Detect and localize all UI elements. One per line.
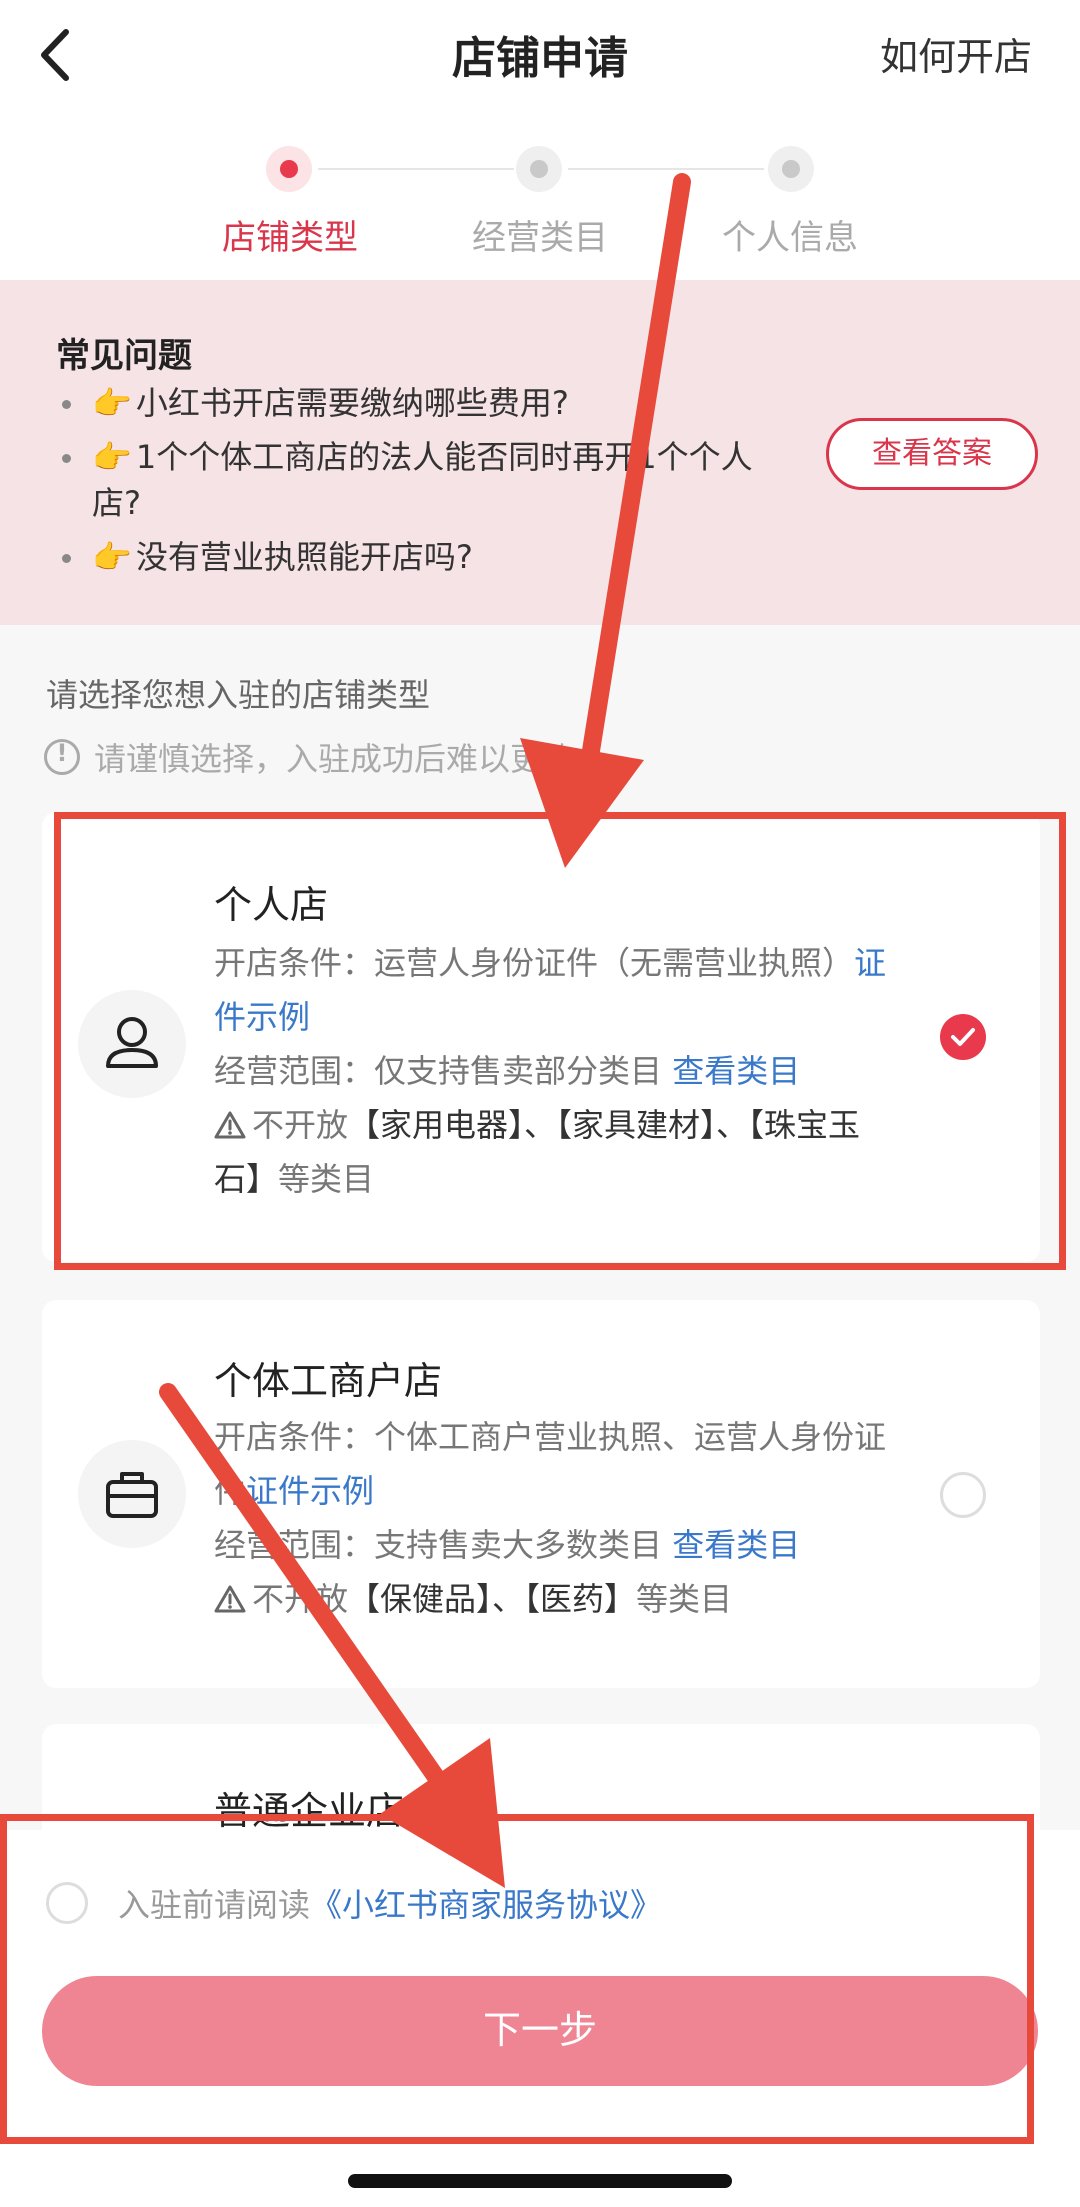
step-label-personal-info: 个人信息 bbox=[722, 218, 858, 258]
warning-triangle-icon bbox=[214, 1585, 246, 1613]
step-3-dot bbox=[768, 146, 814, 192]
faq-title: 常见问题 bbox=[56, 336, 192, 376]
annotation-box-personal-shop bbox=[54, 812, 1066, 1270]
annotation-box-bottom-actions bbox=[0, 1814, 1034, 2144]
progress-stepper: 店铺类型 经营类目 个人信息 bbox=[0, 110, 1080, 280]
faq-item[interactable]: 👉 小红书开店需要缴纳哪些费用? bbox=[60, 380, 780, 426]
pointing-hand-icon: 👉 bbox=[92, 384, 132, 422]
shop-icon-wrap bbox=[78, 1440, 186, 1548]
step-connector bbox=[318, 168, 514, 170]
step-label-shop-type: 店铺类型 bbox=[222, 218, 358, 258]
briefcase-icon bbox=[106, 1472, 158, 1518]
shop-condition: 开店条件：个体工商户营业执照、运营人身份证件证件示例 bbox=[214, 1418, 887, 1510]
step-1-dot bbox=[266, 146, 312, 192]
certificate-example-link[interactable]: 证件示例 bbox=[246, 1472, 374, 1510]
info-icon bbox=[44, 739, 80, 775]
shop-radio-unselected[interactable] bbox=[940, 1472, 986, 1518]
shop-scope: 经营范围：支持售卖大多数类目 查看类目 bbox=[214, 1526, 801, 1564]
view-category-link[interactable]: 查看类目 bbox=[672, 1526, 800, 1564]
faq-section: 常见问题 👉 小红书开店需要缴纳哪些费用? 👉 1个个体工商店的法人能否同时再开1个… bbox=[0, 280, 1080, 625]
shop-name: 个体工商户店 bbox=[214, 1359, 443, 1403]
faq-item[interactable]: 👉 没有营业执照能开店吗? bbox=[60, 534, 780, 580]
selection-warning: 请谨慎选择，入驻成功后难以更改 bbox=[44, 734, 574, 780]
faq-list: 👉 小红书开店需要缴纳哪些费用? 👉 1个个体工商店的法人能否同时再开1个个人店? … bbox=[60, 380, 780, 588]
faq-item[interactable]: 👉 1个个体工商店的法人能否同时再开1个个人店? bbox=[60, 434, 780, 526]
shop-restriction: 不开放【保健品】、【医药】等类目 bbox=[214, 1572, 904, 1626]
step-label-category: 经营类目 bbox=[472, 218, 608, 258]
step-2-dot bbox=[516, 146, 562, 192]
home-indicator bbox=[348, 2174, 732, 2188]
shop-type-prompt: 请选择您想入驻的店铺类型 bbox=[46, 676, 431, 714]
shop-card-individual-business[interactable]: 个体工商户店 开店条件：个体工商户营业执照、运营人身份证件证件示例 经营范围：支… bbox=[42, 1300, 1040, 1688]
step-connector bbox=[568, 168, 764, 170]
pointing-hand-icon: 👉 bbox=[92, 438, 132, 476]
pointing-hand-icon: 👉 bbox=[92, 538, 132, 576]
nav-bar: 店铺申请 如何开店 bbox=[0, 0, 1080, 110]
how-to-open-link[interactable]: 如何开店 bbox=[880, 26, 1032, 81]
view-answer-button[interactable]: 查看答案 bbox=[826, 418, 1038, 490]
